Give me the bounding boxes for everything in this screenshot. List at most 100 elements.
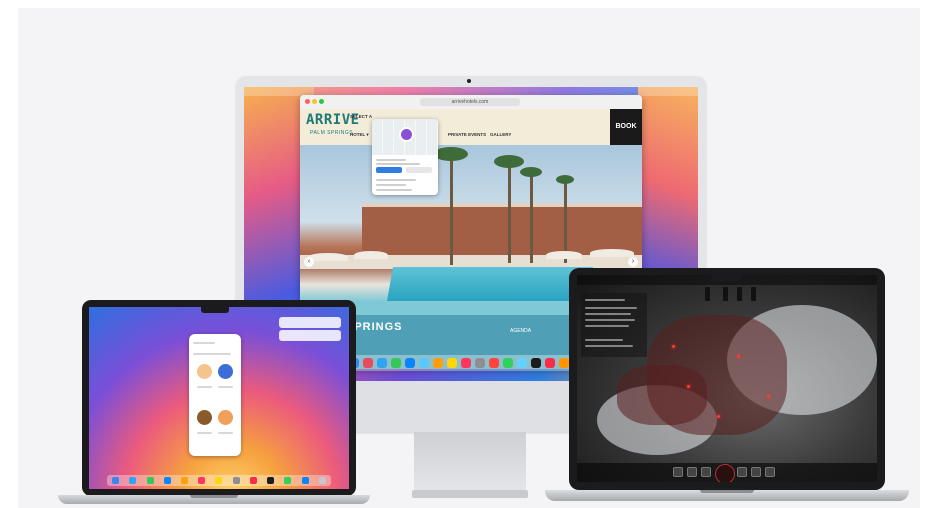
news-icon[interactable] <box>489 358 499 368</box>
banner-icon <box>723 287 728 301</box>
mail-icon[interactable] <box>405 358 415 368</box>
nav-select[interactable]: SELECT A <box>350 114 372 119</box>
photos-icon[interactable] <box>180 477 188 484</box>
lid-opening-notch <box>190 495 238 498</box>
popover-text-line <box>376 184 406 186</box>
notes-icon[interactable] <box>447 358 457 368</box>
quest-panel[interactable] <box>581 293 647 357</box>
photos-icon[interactable] <box>433 358 443 368</box>
ability-icon[interactable] <box>687 467 697 477</box>
umbrella <box>354 251 388 259</box>
calendar-icon[interactable] <box>461 358 471 368</box>
phone-caption <box>218 432 233 434</box>
phone-text-line <box>193 353 231 355</box>
macbook-air-dock <box>107 475 331 486</box>
site-logo-subtitle: PALM SPRINGS <box>310 130 354 136</box>
hero-portrait-icon[interactable] <box>715 464 735 482</box>
quest-line <box>585 325 629 327</box>
map-pin-icon <box>399 127 414 142</box>
nav-private-events[interactable]: PRIVATE EVENTS <box>448 132 486 137</box>
macbook-air-screen <box>89 307 349 489</box>
safari-toolbar: arrivehotels.com <box>300 95 642 110</box>
maps-icon[interactable] <box>419 358 429 368</box>
ability-icon[interactable] <box>701 467 711 477</box>
phone-caption <box>218 386 233 388</box>
facetime-icon[interactable] <box>284 477 292 484</box>
banner-icon <box>751 287 756 301</box>
music-icon[interactable] <box>249 477 257 484</box>
popover-text-line <box>376 163 420 165</box>
zoom-button[interactable] <box>319 99 324 104</box>
tv-icon[interactable] <box>267 477 275 484</box>
map-popover <box>372 119 438 195</box>
fire-effect <box>737 355 740 358</box>
calendar-icon[interactable] <box>198 477 206 484</box>
notification-banner[interactable] <box>279 317 341 328</box>
close-button[interactable] <box>305 99 310 104</box>
fire-effect <box>717 415 720 418</box>
popover-text-line <box>376 189 412 191</box>
ability-icon[interactable] <box>765 467 775 477</box>
camera-notch <box>201 306 229 313</box>
book-button[interactable]: BOOK <box>610 109 642 145</box>
phone-caption <box>197 432 212 434</box>
ability-icon[interactable] <box>673 467 683 477</box>
freeform-icon[interactable] <box>517 358 527 368</box>
nav-hotel[interactable]: HOTEL ▾ <box>350 132 369 138</box>
memoji-avatar[interactable] <box>218 410 233 425</box>
minimize-button[interactable] <box>312 99 317 104</box>
mail-icon[interactable] <box>163 477 171 484</box>
settings-icon[interactable] <box>232 477 240 484</box>
palm-tree <box>508 163 511 263</box>
camera-notch <box>712 274 742 281</box>
swimming-pool <box>387 267 593 301</box>
quest-line <box>585 313 631 315</box>
safari-icon[interactable] <box>377 358 387 368</box>
agenda-link[interactable]: AGENDA <box>510 328 531 334</box>
quest-line <box>585 307 637 309</box>
game-ability-bar <box>577 463 877 482</box>
app-store-icon[interactable] <box>301 477 309 484</box>
palm-tree <box>530 173 533 263</box>
banner-icon <box>737 287 742 301</box>
ability-icon[interactable] <box>737 467 747 477</box>
phone-status-line <box>193 342 215 344</box>
quest-line <box>585 319 635 321</box>
umbrella <box>308 253 348 261</box>
iphone-mirroring-window[interactable] <box>189 334 241 456</box>
notes-icon[interactable] <box>215 477 223 484</box>
umbrella <box>590 249 634 257</box>
pages-icon[interactable] <box>559 358 569 368</box>
palm-frond <box>556 175 574 184</box>
army-cluster <box>617 365 707 425</box>
fire-effect <box>672 345 675 348</box>
memoji-avatar[interactable] <box>218 364 233 379</box>
directions-button[interactable] <box>376 167 402 173</box>
carousel-next-icon[interactable]: › <box>628 257 638 267</box>
messages-icon[interactable] <box>146 477 154 484</box>
tv-icon[interactable] <box>531 358 541 368</box>
memoji-avatar[interactable] <box>197 364 212 379</box>
safari-icon[interactable] <box>129 477 137 484</box>
messages-icon[interactable] <box>391 358 401 368</box>
popover-text-line <box>376 159 406 161</box>
macbook-pro-game-screen <box>577 275 877 482</box>
music-icon[interactable] <box>545 358 555 368</box>
quest-line <box>585 339 623 341</box>
palm-frond <box>494 155 524 168</box>
launchpad-icon[interactable] <box>363 358 373 368</box>
palm-frond <box>434 147 468 161</box>
call-button[interactable] <box>406 167 432 173</box>
address-bar[interactable]: arrivehotels.com <box>420 98 520 106</box>
nav-gallery[interactable]: GALLERY <box>490 132 511 137</box>
settings-icon[interactable] <box>475 358 485 368</box>
notification-banner[interactable] <box>279 330 341 341</box>
imac-stand <box>414 432 526 496</box>
memoji-avatar[interactable] <box>197 410 212 425</box>
finder-icon[interactable] <box>112 477 120 484</box>
imac-camera <box>467 79 471 83</box>
ability-icon[interactable] <box>751 467 761 477</box>
facetime-icon[interactable] <box>503 358 513 368</box>
carousel-prev-icon[interactable]: ‹ <box>304 257 314 267</box>
trash-icon[interactable] <box>318 477 326 484</box>
